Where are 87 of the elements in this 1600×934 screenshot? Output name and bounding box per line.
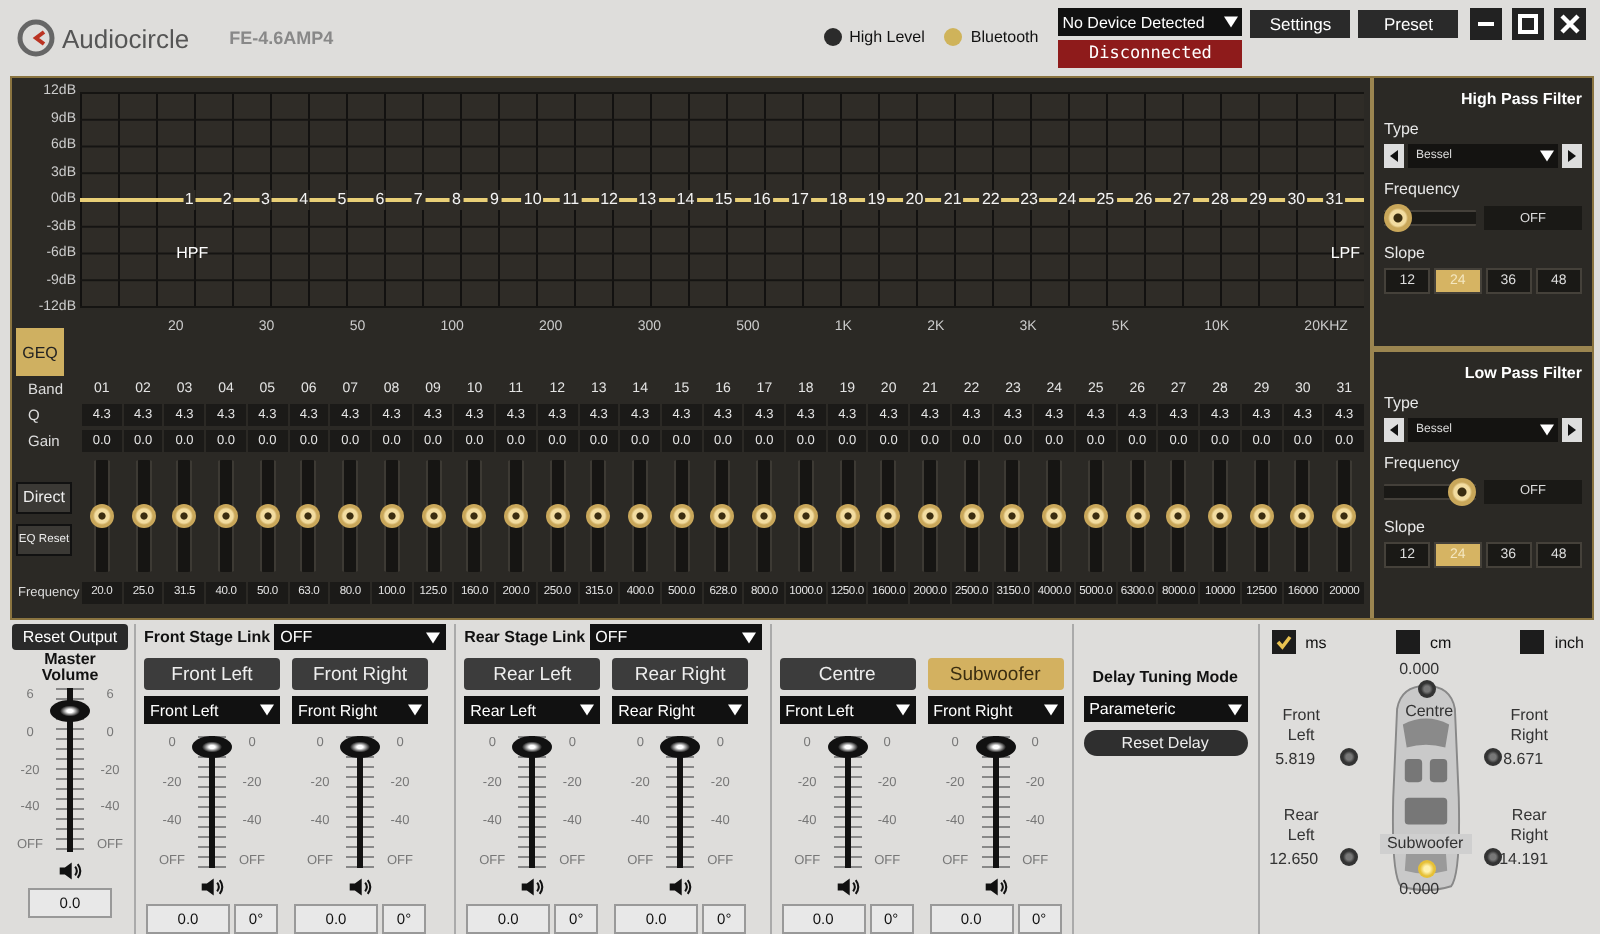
delay-value: 14.191	[1499, 850, 1549, 868]
band-marker[interactable]: 25	[1094, 189, 1117, 209]
stage-link-label: Front Stage Link	[144, 628, 271, 646]
lpf-label: LPF	[1330, 243, 1360, 262]
brand-name: Audiocircle	[62, 23, 190, 53]
filter-title: Low Pass Filter	[1462, 363, 1582, 381]
delay-value: 0.000	[1399, 880, 1440, 898]
speaker-label: Centre	[1403, 702, 1456, 722]
field-label: Frequency	[1384, 180, 1462, 198]
delay-value: 8.671	[1503, 750, 1544, 768]
band-marker[interactable]: 12	[598, 189, 620, 209]
band-marker[interactable]: 14	[674, 189, 697, 209]
source-dropdown[interactable]: Front Left	[144, 696, 280, 724]
delay-mode-dropdown[interactable]: Parameteric	[1083, 696, 1248, 722]
field-label: Frequency	[1384, 453, 1462, 471]
band-marker[interactable]: 10	[521, 189, 544, 209]
stage-link-dropdown[interactable]: OFF	[589, 624, 762, 650]
stage-link-label: Rear Stage Link	[464, 628, 586, 646]
channel-button[interactable]: Subwoofer	[927, 658, 1064, 690]
band-marker[interactable]: 29	[1247, 189, 1269, 209]
field-label: Type	[1384, 120, 1421, 138]
field-label: Type	[1384, 393, 1421, 411]
speaker-label: Front Left	[1280, 706, 1322, 746]
model-name: FE-4.6AMP4	[229, 28, 334, 48]
unit-label: inch	[1554, 633, 1584, 651]
reset-delay-button[interactable]: Reset Delay	[1083, 730, 1248, 756]
band-marker[interactable]: 22	[979, 189, 1002, 209]
band-marker[interactable]: 13	[636, 189, 659, 209]
band-marker[interactable]: 5	[335, 189, 349, 209]
delay-value: 0.000	[1399, 660, 1440, 678]
delay-value: 5.819	[1275, 750, 1316, 768]
band-marker[interactable]: 20	[903, 189, 926, 209]
band-marker[interactable]: 1	[182, 189, 196, 209]
connection-status: Disconnected	[1058, 40, 1243, 68]
channel-button[interactable]: Front Right	[292, 658, 428, 690]
channel-button[interactable]: Centre	[779, 658, 916, 690]
band-marker[interactable]: 2	[220, 189, 234, 209]
band-marker[interactable]: 4	[297, 189, 311, 209]
band-marker[interactable]: 17	[789, 189, 811, 209]
direct-button[interactable]: Direct	[16, 481, 72, 513]
unit-label: ms	[1305, 633, 1327, 651]
band-marker[interactable]: 18	[827, 189, 850, 209]
device-dropdown[interactable]: No Device Detected	[1058, 8, 1243, 36]
speaker-label: Front Right	[1508, 706, 1550, 746]
band-marker[interactable]: 24	[1056, 189, 1079, 209]
channel-button[interactable]: Rear Left	[464, 658, 601, 690]
channel-button[interactable]: Front Left	[144, 658, 280, 690]
indicator-label: Bluetooth	[970, 28, 1039, 46]
source-dropdown[interactable]: Front Right	[292, 696, 428, 724]
delay-mode-label: Delay Tuning Mode	[1092, 668, 1238, 686]
source-dropdown[interactable]: Rear Left	[464, 696, 601, 724]
band-marker[interactable]: 9	[488, 189, 501, 209]
band-marker[interactable]: 16	[750, 189, 773, 209]
geq-button[interactable]: GEQ	[16, 328, 64, 376]
speaker-label: Rear Right	[1508, 806, 1550, 846]
band-marker[interactable]: 15	[712, 189, 735, 209]
band-marker[interactable]: 8	[449, 189, 463, 209]
band-marker[interactable]: 28	[1209, 189, 1231, 209]
band-marker[interactable]: 19	[865, 189, 888, 209]
header-button[interactable]: Settings	[1250, 10, 1351, 38]
band-marker[interactable]: 21	[941, 189, 964, 209]
hpf-label: HPF	[176, 243, 209, 262]
filter-title: High Pass Filter	[1459, 90, 1582, 108]
master-volume-label: Master Volume	[39, 652, 101, 684]
channel-button[interactable]: Rear Right	[612, 658, 749, 690]
speaker-label: Rear Left	[1281, 806, 1321, 846]
source-dropdown[interactable]: Front Left	[779, 696, 916, 724]
source-dropdown[interactable]: Rear Right	[612, 696, 749, 724]
stage-link-dropdown[interactable]: OFF	[274, 624, 447, 650]
field-label: Slope	[1384, 517, 1427, 535]
band-marker[interactable]: 3	[259, 189, 272, 209]
band-marker[interactable]: 11	[560, 189, 582, 209]
band-marker[interactable]: 31	[1323, 189, 1346, 209]
source-dropdown[interactable]: Front Right	[927, 696, 1064, 724]
band-marker[interactable]: 6	[373, 189, 387, 209]
band-marker[interactable]: 30	[1285, 189, 1308, 209]
field-label: Slope	[1384, 244, 1427, 262]
reset-output-button[interactable]: Reset Output	[12, 624, 128, 650]
band-marker[interactable]: 23	[1018, 189, 1040, 209]
delay-value: 12.650	[1269, 850, 1319, 868]
band-marker[interactable]: 26	[1132, 189, 1155, 209]
speaker-label: Subwoofer	[1379, 834, 1472, 854]
indicator-label: High Level	[849, 28, 925, 46]
unit-label: cm	[1429, 633, 1452, 651]
band-marker[interactable]: 7	[411, 189, 425, 209]
header-button[interactable]: Preset	[1358, 10, 1459, 38]
band-marker[interactable]: 27	[1170, 189, 1193, 209]
